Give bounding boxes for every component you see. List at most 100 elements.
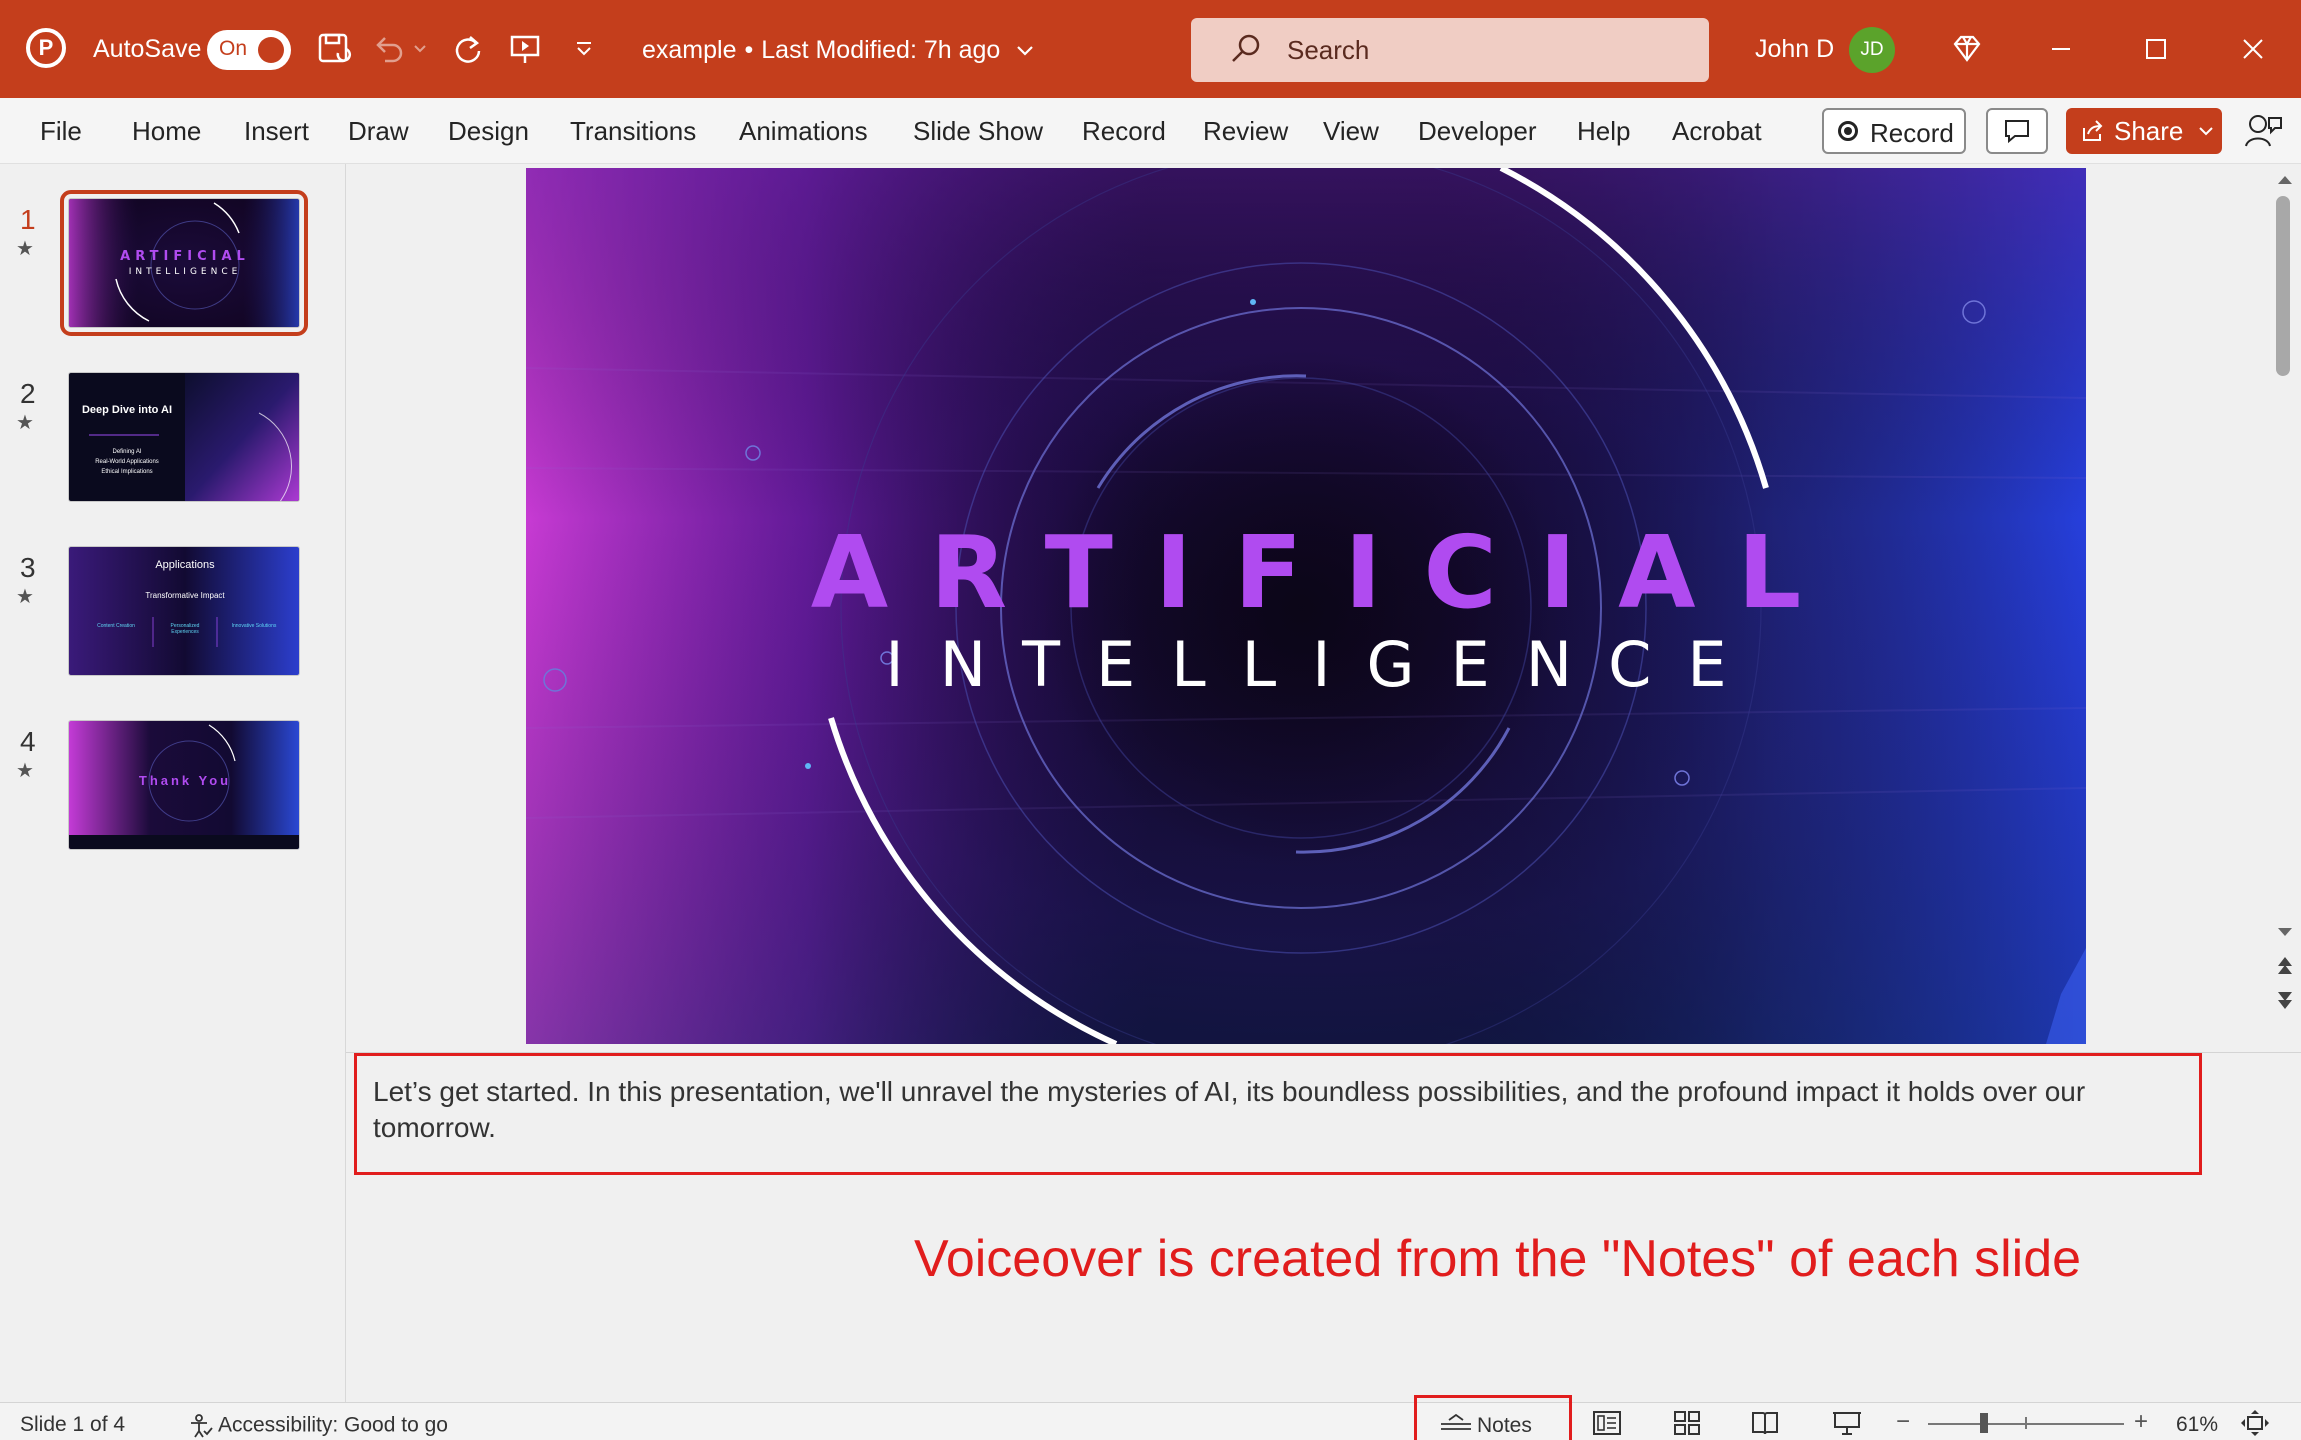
slide-title[interactable]: ARTIFICIAL [526,514,2086,631]
thumb-line: Defining AI [112,449,142,455]
toggle-knob [258,37,284,63]
tab-design[interactable]: Design [448,116,529,147]
tab-file[interactable]: File [40,116,82,147]
fit-slide-to-window-icon[interactable] [2240,1409,2270,1437]
slide-thumbnail[interactable]: ARTIFICIAL INTELLIGENCE [60,190,308,336]
tab-slide-show[interactable]: Slide Show [913,116,1043,147]
slide-sorter-icon[interactable] [1672,1409,1702,1437]
speaker-notes-text[interactable]: Let’s get started. In this presentation,… [373,1074,2193,1146]
thumb-subtitle: INTELLIGENCE [128,267,242,277]
slide-show-icon[interactable] [1832,1409,1862,1437]
customize-toolbar-icon[interactable] [563,28,605,70]
thumb-title: ARTIFICIAL [120,249,250,264]
premium-diamond-icon[interactable] [1946,28,1988,70]
zoom-in-button[interactable]: + [2134,1408,2148,1436]
animation-star-icon: ★ [16,238,34,260]
search-input[interactable]: Search [1191,18,1709,82]
annotation-callout: Voiceover is created from the "Notes" of… [914,1230,2082,1288]
accessibility-status[interactable]: Accessibility: Good to go [188,1413,448,1439]
powerpoint-window: { "titlebar": { "autosave_label": "AutoS… [0,0,2301,1440]
notes-button[interactable]: Notes [1414,1395,1572,1440]
thumbnail-slide-3[interactable]: 3 ★ Applications Transformative Impact C… [0,546,346,696]
previous-slide-icon[interactable] [2278,957,2292,974]
redo-icon[interactable] [447,28,489,70]
tab-animations[interactable]: Animations [739,116,868,147]
record-button[interactable]: Record [1822,108,1966,154]
slide-number: 3 [20,552,36,583]
scrollbar-thumb[interactable] [2276,196,2290,376]
tab-acrobat[interactable]: Acrobat [1672,116,1762,147]
thumbnail-slide-4[interactable]: 4 ★ Thank You [0,720,346,870]
tab-home[interactable]: Home [132,116,201,147]
thumb-line: Ethical Implications [101,469,153,475]
ribbon-tabs: File Home Insert Draw Design Transitions… [0,98,2301,164]
maximize-icon[interactable] [2135,28,2177,70]
share-dropdown-icon[interactable] [2194,124,2218,140]
record-icon [1838,121,1858,141]
search-icon [1229,32,1263,73]
search-placeholder: Search [1287,35,1370,65]
share-button[interactable]: Share [2066,108,2222,154]
thumbnail-slide-1[interactable]: 1 ★ ARTIFICIAL INTELLIGENCE [0,190,346,348]
comments-button[interactable] [1986,108,2048,154]
slide-thumbnail[interactable]: Applications Transformative Impact Conte… [68,546,300,676]
tab-review[interactable]: Review [1203,116,1288,147]
thumb-col: Innovative Solutions [231,623,277,629]
slide-counter: Slide 1 of 4 [20,1413,126,1436]
undo-dropdown-icon[interactable] [410,28,430,70]
tab-transitions[interactable]: Transitions [570,116,696,147]
user-name[interactable]: John D [1755,35,1834,64]
share-button-label: Share [2114,116,2184,146]
slide-number: 1 [20,204,36,235]
save-icon[interactable] [313,28,355,70]
share-icon [2080,118,2106,151]
thumb-title: Applications [155,559,215,571]
reading-view-icon[interactable] [1750,1409,1780,1437]
thumb-subtitle: Transformative Impact [145,591,225,600]
slide-subtitle[interactable]: INTELLIGENCE [526,628,2086,701]
tab-insert[interactable]: Insert [244,116,309,147]
document-title[interactable]: example • Last Modified: 7h ago [642,36,1035,65]
scroll-down-icon[interactable] [2278,928,2292,936]
slide-thumbnail[interactable]: Thank You [68,720,300,850]
zoom-out-button[interactable]: − [1896,1408,1910,1436]
slide-thumbnail[interactable]: Deep Dive into AI Defining AI Real-World… [68,372,300,502]
document-name: example [642,36,737,64]
last-modified: Last Modified: 7h ago [761,36,1001,64]
title-separator: • [744,36,754,64]
slide-editing-area: ARTIFICIAL INTELLIGENCE [346,164,2270,1052]
thumb-title: Deep Dive into AI [81,404,173,416]
zoom-slider-thumb[interactable] [1980,1413,1988,1433]
normal-view-icon[interactable] [1592,1409,1622,1437]
coauthoring-icon[interactable] [2242,110,2284,152]
undo-icon[interactable] [368,28,410,70]
zoom-percentage[interactable]: 61% [2176,1413,2218,1437]
chevron-down-icon [1017,46,1034,56]
autosave-label: AutoSave [93,35,202,63]
record-button-label: Record [1870,118,1954,148]
thumb-col: Personalized Experiences [170,623,200,635]
present-from-start-icon[interactable] [505,28,547,70]
animation-star-icon: ★ [16,760,34,782]
tab-draw[interactable]: Draw [348,116,409,147]
next-slide-icon[interactable] [2278,992,2292,1009]
notes-icon [1441,1414,1471,1430]
scroll-up-icon[interactable] [2278,176,2292,184]
vertical-scrollbar[interactable] [2270,164,2301,1052]
autosave-toggle[interactable]: On [207,30,291,70]
comment-icon [2005,120,2029,144]
current-slide[interactable]: ARTIFICIAL INTELLIGENCE [526,168,2086,1044]
tab-record[interactable]: Record [1082,116,1166,147]
thumbnail-slide-2[interactable]: 2 ★ Deep Dive into AI Defining AI Real-W… [0,372,346,522]
tab-help[interactable]: Help [1577,116,1630,147]
tab-developer[interactable]: Developer [1418,116,1537,147]
notes-button-label: Notes [1477,1414,1532,1437]
minimize-icon[interactable] [2040,28,2082,70]
tab-view[interactable]: View [1323,116,1379,147]
notes-pane: Let’s get started. In this presentation,… [346,1052,2301,1402]
accessibility-icon [191,1414,213,1438]
autosave-state: On [219,37,248,60]
avatar[interactable]: JD [1849,27,1895,73]
close-icon[interactable] [2232,28,2274,70]
animation-star-icon: ★ [16,586,34,608]
